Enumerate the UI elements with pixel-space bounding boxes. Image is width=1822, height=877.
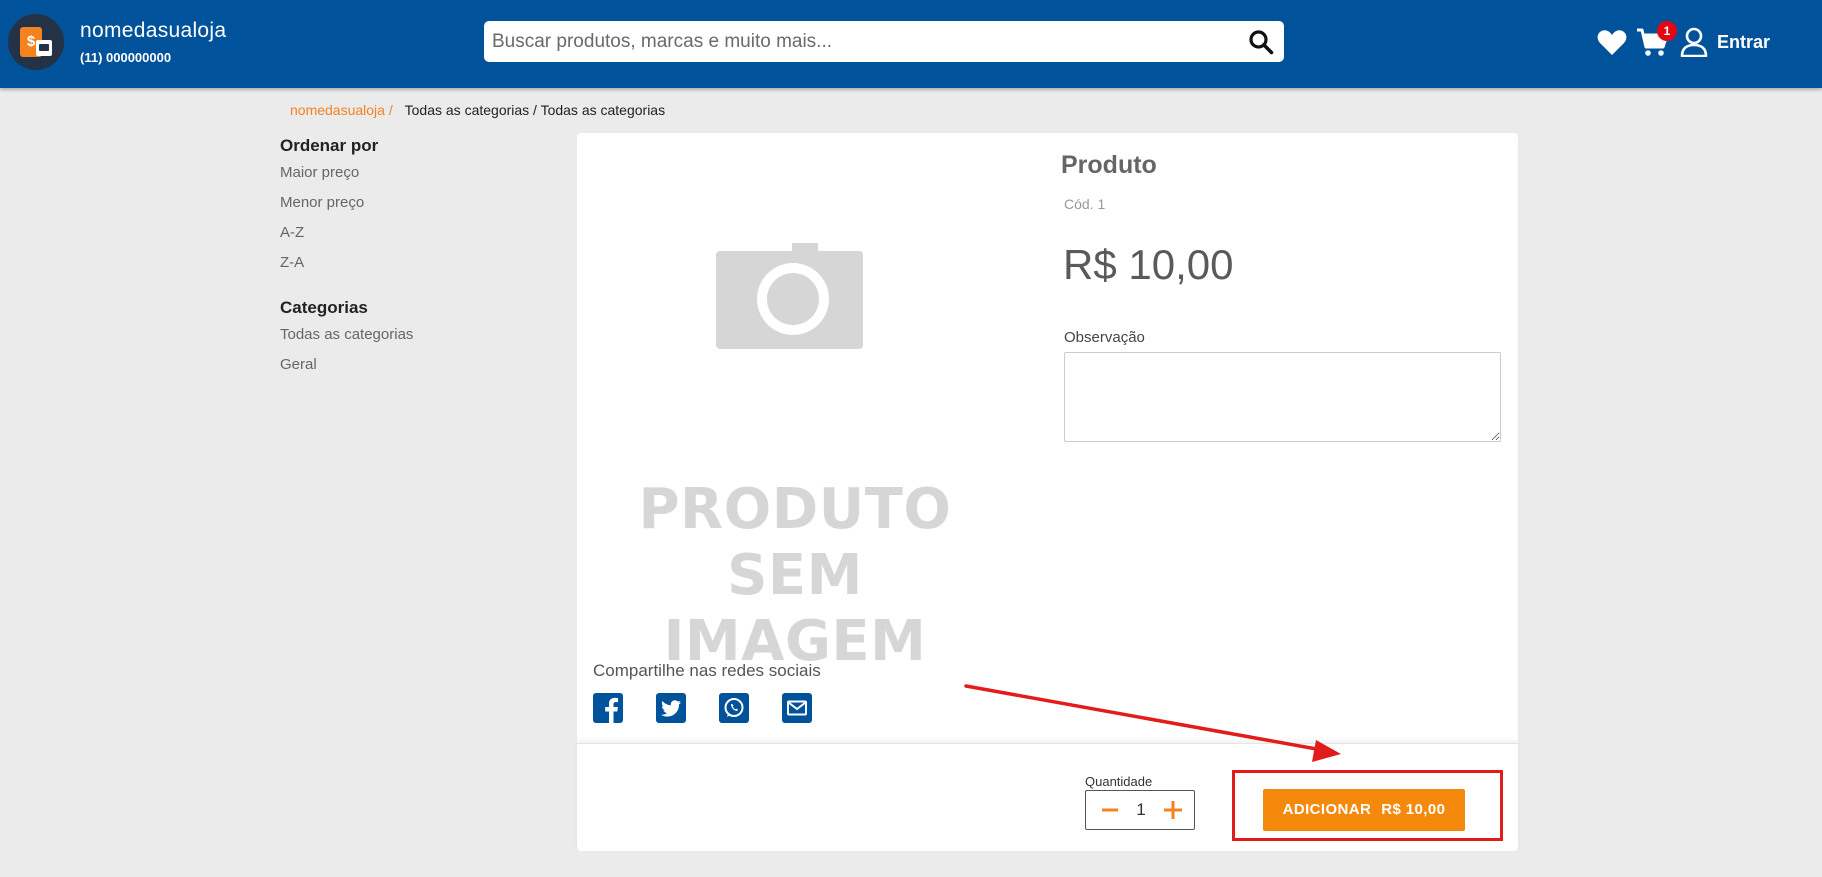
no-image-line-1: PRODUTO: [638, 477, 952, 542]
category-geral[interactable]: Geral: [280, 354, 540, 384]
quantity-label: Quantidade: [1085, 774, 1153, 789]
search-box: [484, 21, 1284, 62]
logo-bag-icon: [36, 40, 52, 56]
whatsapp-icon[interactable]: [719, 693, 749, 723]
product-title: Produto: [1061, 151, 1157, 179]
add-button-price: R$ 10,00: [1381, 801, 1446, 818]
breadcrumb: nomedasualoja / Todas as categorias / To…: [290, 102, 665, 118]
quantity-stepper: [1085, 790, 1195, 830]
sort-option-maior-preco[interactable]: Maior preço: [280, 162, 540, 192]
purchase-bar: Quantidade ADICIONAR R$ 10,00: [577, 743, 1518, 851]
sort-title: Ordenar por: [280, 136, 379, 155]
breadcrumb-current: Todas as categorias / Todas as categoria…: [404, 102, 666, 118]
search-icon[interactable]: [1248, 29, 1274, 55]
no-image-line-2: SEM IMAGEM: [663, 543, 927, 674]
observation-field[interactable]: [1064, 352, 1501, 442]
store-logo[interactable]: $: [8, 14, 64, 70]
product-card: PRODUTO SEM IMAGEM Produto Cód. 1 R$ 10,…: [577, 133, 1518, 851]
categories-title: Categorias: [280, 298, 368, 317]
breadcrumb-home-link[interactable]: nomedasualoja /: [290, 102, 393, 118]
quantity-input[interactable]: [1126, 791, 1156, 829]
sort-option-menor-preco[interactable]: Menor preço: [280, 192, 540, 222]
twitter-icon[interactable]: [656, 693, 686, 723]
user-icon[interactable]: [1680, 27, 1708, 57]
share-title: Compartilhe nas redes sociais: [593, 661, 821, 680]
product-price: R$ 10,00: [1063, 241, 1234, 288]
search-input[interactable]: [484, 21, 1224, 62]
email-icon[interactable]: [782, 693, 812, 723]
no-image-text: PRODUTO SEM IMAGEM: [625, 477, 965, 675]
sort-option-a-z[interactable]: A-Z: [280, 222, 540, 252]
minus-icon[interactable]: [1100, 797, 1120, 823]
facebook-icon[interactable]: [593, 693, 623, 723]
add-button-label: ADICIONAR: [1282, 801, 1372, 818]
store-phone: (11) 000000000: [80, 50, 172, 65]
heart-icon[interactable]: [1597, 28, 1627, 56]
store-name[interactable]: nomedasualoja: [80, 19, 226, 43]
filter-sidebar: Ordenar por Maior preço Menor preço A-Z …: [280, 136, 540, 384]
camera-icon: [716, 243, 863, 349]
product-code: Cód. 1: [1064, 196, 1106, 212]
product-image-placeholder: PRODUTO SEM IMAGEM: [625, 243, 965, 674]
cart-count-badge: 1: [1657, 21, 1677, 41]
category-todas[interactable]: Todas as categorias: [280, 324, 540, 354]
plus-icon[interactable]: [1162, 797, 1184, 823]
observation-label: Observação: [1064, 329, 1145, 346]
login-link[interactable]: Entrar: [1717, 32, 1770, 53]
sort-option-z-a[interactable]: Z-A: [280, 252, 540, 282]
top-header: $ nomedasualoja (11) 000000000 1 Entrar: [0, 0, 1822, 88]
add-to-cart-button[interactable]: ADICIONAR R$ 10,00: [1263, 789, 1465, 831]
